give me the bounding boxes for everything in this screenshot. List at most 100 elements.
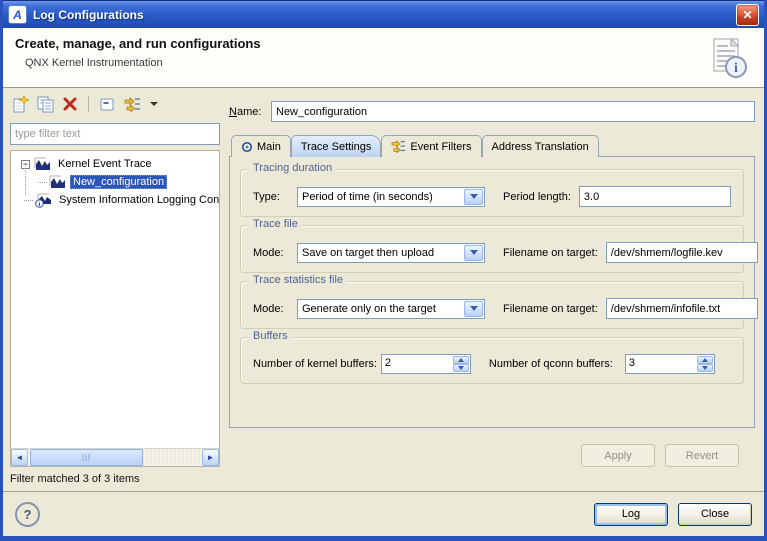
name-input[interactable] — [271, 101, 755, 122]
kernel-event-trace-icon — [34, 157, 51, 171]
filter-status: Filter matched 3 of 3 items — [8, 467, 222, 489]
period-length-input[interactable] — [579, 186, 731, 207]
group-buffers: Buffers Number of kernel buffers: 2 Numb… — [240, 337, 744, 384]
group-title: Buffers — [249, 330, 292, 342]
combo-dropdown-button[interactable] — [464, 301, 483, 317]
page-subtitle: QNX Kernel Instrumentation — [25, 57, 752, 69]
spinner-down-button[interactable] — [453, 364, 469, 372]
tree-horizontal-scrollbar[interactable]: ◄ ► — [11, 448, 219, 466]
new-configuration-button[interactable] — [11, 95, 29, 113]
new-document-icon — [12, 96, 29, 113]
document-info-icon: i — [704, 36, 750, 80]
help-icon: ? — [24, 507, 32, 522]
qconn-buffers-label: Number of qconn buffers: — [489, 358, 613, 370]
trace-filename-input[interactable] — [606, 242, 758, 263]
group-title: Trace statistics file — [249, 274, 347, 286]
help-button[interactable]: ? — [15, 502, 40, 527]
spinner-up-button[interactable] — [697, 356, 713, 364]
toolbar-separator — [88, 96, 89, 112]
header-banner: Create, manage, and run configurations Q… — [3, 28, 764, 88]
revert-button[interactable]: Revert — [665, 444, 739, 467]
delete-x-icon — [63, 97, 77, 111]
scroll-left-button[interactable]: ◄ — [11, 449, 28, 466]
svg-text:i: i — [734, 61, 738, 76]
kernel-buffers-spinner[interactable]: 2 — [381, 354, 471, 374]
tab-bar: Main Trace Settings Event Filters Addres… — [229, 134, 755, 157]
close-icon: ✕ — [742, 8, 752, 22]
log-configurations-dialog: A Log Configurations ✕ Create, manage, a… — [0, 0, 767, 541]
tree-connector-line — [25, 163, 26, 195]
log-button[interactable]: Log — [594, 503, 668, 526]
scrollbar-track[interactable] — [28, 449, 202, 466]
footer-bar: ? Log Close — [3, 491, 764, 536]
stats-filename-input[interactable] — [606, 298, 758, 319]
name-label: Name: — [229, 106, 271, 118]
filename-on-target-label: Filename on target: — [503, 247, 598, 259]
tab-trace-settings[interactable]: Trace Settings — [291, 135, 382, 157]
collapse-all-button[interactable] — [98, 95, 116, 113]
tree-item-new-configuration[interactable]: New_configuration — [11, 173, 219, 191]
configuration-tree: − Kernel Event Trace — [10, 150, 220, 467]
duplicate-button[interactable] — [36, 95, 54, 113]
main-panel: Name: Main Trace Settings — [229, 88, 755, 491]
tree-item-system-info-logging[interactable]: i System Information Logging Con — [11, 191, 219, 209]
combo-dropdown-button[interactable] — [464, 245, 483, 261]
window-title: Log Configurations — [33, 8, 736, 22]
dialog-content: − Kernel Event Trace — [3, 88, 764, 491]
apply-button[interactable]: Apply — [581, 444, 655, 467]
mode-label: Mode: — [253, 247, 297, 259]
filter-menu-caret-icon[interactable] — [150, 102, 158, 106]
svg-text:i: i — [39, 201, 41, 208]
delete-button[interactable] — [61, 95, 79, 113]
collapse-all-icon — [100, 97, 115, 112]
event-filter-icon — [391, 140, 406, 153]
sidebar-toolbar — [8, 92, 222, 116]
chevron-down-icon — [470, 250, 478, 255]
group-title: Trace file — [249, 218, 302, 230]
scrollbar-thumb[interactable] — [30, 449, 143, 466]
tree-branch-line — [24, 200, 33, 201]
chevron-down-icon — [458, 366, 464, 370]
tree-item-kernel-event-trace[interactable]: − Kernel Event Trace — [11, 155, 219, 173]
group-trace-file: Trace file Mode: Save on target then upl… — [240, 225, 744, 273]
chevron-down-icon — [470, 306, 478, 311]
combo-dropdown-button[interactable] — [464, 189, 483, 205]
scroll-right-button[interactable]: ► — [202, 449, 219, 466]
group-trace-statistics-file: Trace statistics file Mode: Generate onl… — [240, 281, 744, 329]
filename-on-target-label: Filename on target: — [503, 303, 598, 315]
filter-input[interactable] — [10, 123, 220, 145]
spinner-down-button[interactable] — [697, 364, 713, 372]
chevron-down-icon — [470, 194, 478, 199]
trace-settings-panel: Tracing duration Type: Period of time (i… — [229, 156, 755, 428]
mode-label: Mode: — [253, 303, 297, 315]
tab-address-translation[interactable]: Address Translation — [482, 135, 599, 157]
filter-icon — [124, 97, 141, 112]
close-button[interactable]: ✕ — [736, 4, 759, 26]
close-dialog-button[interactable]: Close — [678, 503, 752, 526]
chevron-down-icon — [702, 366, 708, 370]
period-length-label: Period length: — [503, 191, 571, 203]
system-info-logging-icon: i — [35, 193, 52, 207]
spinner-up-button[interactable] — [453, 356, 469, 364]
qconn-buffers-spinner[interactable]: 3 — [625, 354, 715, 374]
type-label: Type: — [253, 191, 297, 203]
tab-event-filters[interactable]: Event Filters — [381, 135, 481, 157]
chevron-up-icon — [458, 358, 464, 362]
duration-type-select[interactable]: Period of time (in seconds) — [297, 187, 485, 207]
group-title: Tracing duration — [249, 162, 336, 174]
sidebar: − Kernel Event Trace — [8, 92, 222, 489]
page-title: Create, manage, and run configurations — [15, 36, 752, 51]
duplicate-icon — [37, 96, 54, 113]
chevron-up-icon — [702, 358, 708, 362]
kernel-buffers-label: Number of kernel buffers: — [253, 358, 377, 370]
titlebar[interactable]: A Log Configurations ✕ — [3, 0, 764, 28]
stats-file-mode-select[interactable]: Generate only on the target — [297, 299, 485, 319]
kernel-event-trace-icon — [49, 175, 66, 189]
group-tracing-duration: Tracing duration Type: Period of time (i… — [240, 169, 744, 217]
target-icon — [241, 141, 253, 153]
trace-file-mode-select[interactable]: Save on target then upload — [297, 243, 485, 263]
app-icon: A — [8, 5, 27, 24]
tab-main[interactable]: Main — [231, 135, 291, 157]
tree-branch-line — [38, 182, 47, 183]
filter-menu-button[interactable] — [123, 95, 141, 113]
